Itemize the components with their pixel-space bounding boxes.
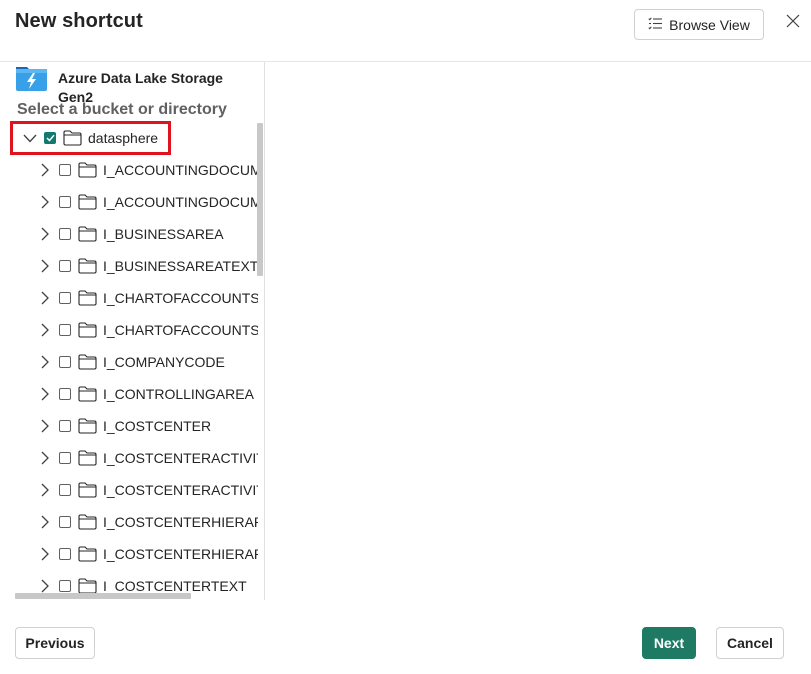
tree-row[interactable]: I_CHARTOFACCOUNTS bbox=[0, 282, 258, 314]
row-checkbox[interactable] bbox=[59, 420, 71, 432]
tree-row-label: I_COSTCENTERHIERARCH bbox=[103, 546, 258, 562]
folder-icon bbox=[78, 258, 97, 274]
folder-icon bbox=[78, 290, 97, 306]
folder-icon bbox=[78, 450, 97, 466]
row-checkbox[interactable] bbox=[59, 356, 71, 368]
folder-icon bbox=[78, 514, 97, 530]
tree-row-label: I_COMPANYCODE bbox=[103, 354, 225, 370]
azure-data-lake-icon bbox=[15, 64, 48, 92]
tree-row[interactable]: I_COSTCENTER bbox=[0, 410, 258, 442]
row-checkbox[interactable] bbox=[59, 516, 71, 528]
folder-icon bbox=[78, 194, 97, 210]
chevron-right-icon[interactable] bbox=[38, 483, 52, 497]
chevron-right-icon[interactable] bbox=[38, 547, 52, 561]
previous-button[interactable]: Previous bbox=[15, 627, 95, 659]
chevron-right-icon[interactable] bbox=[38, 419, 52, 433]
chevron-right-icon[interactable] bbox=[38, 227, 52, 241]
browse-view-label: Browse View bbox=[669, 16, 750, 33]
list-filter-icon bbox=[648, 16, 663, 33]
tree-row-label: I_COSTCENTERTEXT bbox=[103, 578, 247, 594]
tree-row[interactable]: I_ACCOUNTINGDOCUME bbox=[0, 154, 258, 186]
highlight-box bbox=[10, 121, 171, 155]
row-checkbox[interactable] bbox=[59, 580, 71, 592]
tree-row-label: I_COSTCENTER bbox=[103, 418, 212, 434]
tree-row[interactable]: I_COSTCENTERACTIVITYT bbox=[0, 474, 258, 506]
chevron-right-icon[interactable] bbox=[38, 259, 52, 273]
tree-row[interactable]: I_ACCOUNTINGDOCUME bbox=[0, 186, 258, 218]
folder-icon bbox=[78, 354, 97, 370]
tree-row-label: I_BUSINESSAREATEXT bbox=[103, 258, 258, 274]
chevron-right-icon[interactable] bbox=[38, 451, 52, 465]
tree-row-label: I_COSTCENTERACTIVITYT bbox=[103, 450, 258, 466]
chevron-right-icon[interactable] bbox=[38, 163, 52, 177]
row-checkbox[interactable] bbox=[59, 260, 71, 272]
folder-icon bbox=[78, 578, 97, 594]
tree-row[interactable]: I_COSTCENTERHIERARCH bbox=[0, 506, 258, 538]
row-checkbox[interactable] bbox=[59, 292, 71, 304]
tree-row[interactable]: I_COMPANYCODE bbox=[0, 346, 258, 378]
tree-row-label: I_CONTROLLINGAREA bbox=[103, 386, 254, 402]
folder-icon bbox=[78, 226, 97, 242]
tree-row[interactable]: I_BUSINESSAREATEXT bbox=[0, 250, 258, 282]
row-checkbox[interactable] bbox=[59, 196, 71, 208]
tree-row-label: I_BUSINESSAREA bbox=[103, 226, 224, 242]
tree-row[interactable]: I_COSTCENTERHIERARCH bbox=[0, 538, 258, 570]
chevron-right-icon[interactable] bbox=[38, 387, 52, 401]
folder-icon bbox=[78, 482, 97, 498]
folder-icon bbox=[78, 386, 97, 402]
row-checkbox[interactable] bbox=[59, 484, 71, 496]
chevron-right-icon[interactable] bbox=[38, 355, 52, 369]
tree-row[interactable]: I_CONTROLLINGAREA bbox=[0, 378, 258, 410]
tree-row-label: I_ACCOUNTINGDOCUME bbox=[103, 194, 258, 210]
cancel-button[interactable]: Cancel bbox=[716, 627, 784, 659]
row-checkbox[interactable] bbox=[59, 164, 71, 176]
chevron-right-icon[interactable] bbox=[38, 323, 52, 337]
tree-row-label: I_ACCOUNTINGDOCUME bbox=[103, 162, 258, 178]
browse-view-button[interactable]: Browse View bbox=[634, 9, 764, 40]
chevron-right-icon[interactable] bbox=[38, 515, 52, 529]
chevron-right-icon[interactable] bbox=[38, 291, 52, 305]
vertical-scrollbar[interactable] bbox=[257, 123, 263, 276]
tree-row-label: I_COSTCENTERACTIVITYT bbox=[103, 482, 258, 498]
folder-icon bbox=[78, 162, 97, 178]
tree-row-label: I_COSTCENTERHIERARCH bbox=[103, 514, 258, 530]
close-button[interactable] bbox=[782, 12, 804, 34]
row-checkbox[interactable] bbox=[59, 388, 71, 400]
tree-row[interactable]: I_BUSINESSAREA bbox=[0, 218, 258, 250]
folder-icon bbox=[78, 418, 97, 434]
tree-pane: Azure Data Lake Storage Gen2 Select a bu… bbox=[0, 62, 265, 600]
close-icon bbox=[786, 14, 800, 33]
row-checkbox[interactable] bbox=[59, 324, 71, 336]
chevron-right-icon[interactable] bbox=[38, 195, 52, 209]
folder-icon bbox=[78, 546, 97, 562]
tree-row[interactable]: I_COSTCENTERACTIVITYT bbox=[0, 442, 258, 474]
folder-icon bbox=[78, 322, 97, 338]
row-checkbox[interactable] bbox=[59, 548, 71, 560]
tree-row-label: I_CHARTOFACCOUNTS bbox=[103, 290, 258, 306]
tree-row-label: I_CHARTOFACCOUNTSTE bbox=[103, 322, 258, 338]
row-checkbox[interactable] bbox=[59, 228, 71, 240]
tree-row[interactable]: I_CHARTOFACCOUNTSTE bbox=[0, 314, 258, 346]
tree-subtitle: Select a bucket or directory bbox=[17, 101, 227, 118]
chevron-right-icon[interactable] bbox=[38, 579, 52, 593]
next-button[interactable]: Next bbox=[642, 627, 696, 659]
row-checkbox[interactable] bbox=[59, 452, 71, 464]
dialog-title: New shortcut bbox=[15, 10, 143, 32]
horizontal-scrollbar[interactable] bbox=[15, 593, 191, 599]
